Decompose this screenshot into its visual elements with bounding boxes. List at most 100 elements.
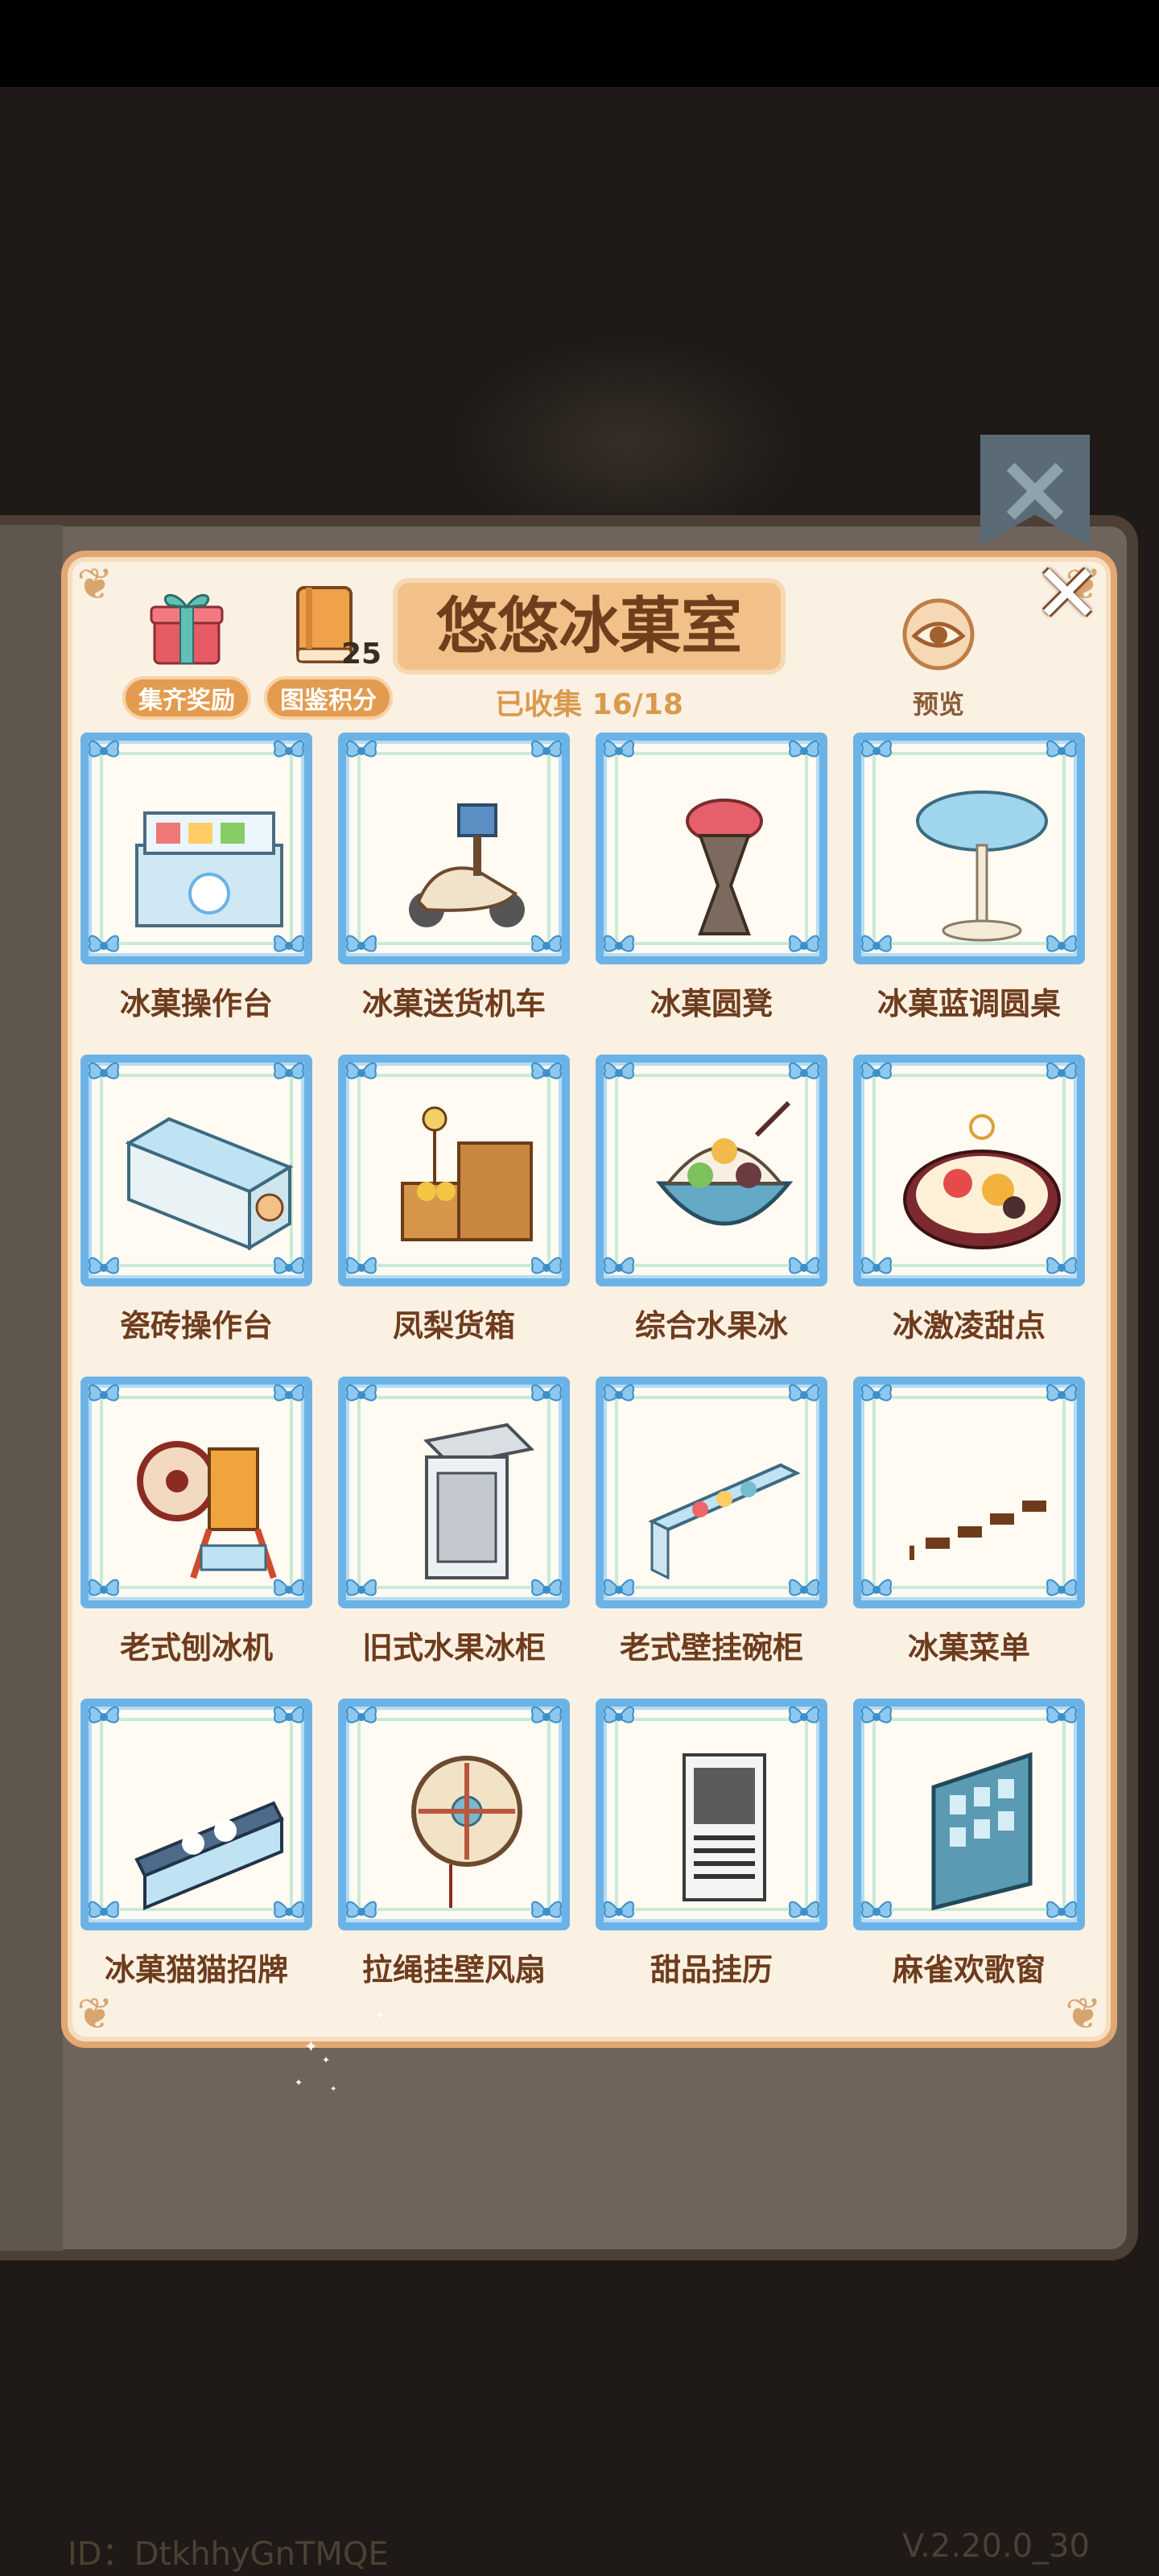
tile-counter-icon: [121, 1095, 298, 1272]
collect-reward-button[interactable]: 集齐奖励: [122, 676, 251, 720]
ribbon-bow-icon: [858, 1699, 895, 1736]
item-label: 凤梨货箱: [392, 1308, 515, 1344]
item-frame: [80, 1377, 312, 1608]
dessert-calendar-icon: [636, 1739, 813, 1916]
preview-label[interactable]: 预览: [890, 684, 987, 721]
ribbon-bow-icon: [85, 1893, 122, 1930]
item-frame: [853, 733, 1085, 964]
item-frame: [596, 1699, 827, 1930]
top-status-bar: [0, 0, 1159, 87]
collection-item-card[interactable]: 拉绳挂壁风扇: [333, 1699, 575, 2004]
fruit-fridge-icon: [378, 1417, 555, 1594]
collection-item-card[interactable]: 综合水果冰: [591, 1055, 832, 1360]
ribbon-bow-icon: [600, 733, 637, 770]
version-label: V.2.20.0_30: [901, 2528, 1090, 2565]
round-stool-icon: [636, 773, 813, 950]
ribbon-bow-icon: [343, 1893, 380, 1930]
collection-item-card[interactable]: 麻雀欢歌窗: [848, 1699, 1090, 2004]
cat-signboard-icon: [121, 1739, 298, 1916]
ribbon-bow-icon: [786, 1699, 823, 1736]
ribbon-bow-icon: [343, 733, 380, 770]
gift-icon[interactable]: [150, 584, 224, 667]
collection-score-button[interactable]: 图鉴积分: [264, 676, 393, 720]
item-label: 冰菓操作台: [119, 986, 273, 1022]
collection-item-card[interactable]: 老式刨冰机: [76, 1377, 317, 1682]
item-frame: [80, 1699, 312, 1930]
ribbon-bow-icon: [270, 1377, 307, 1414]
ribbon-bow-icon: [85, 733, 122, 770]
ribbon-bow-icon: [858, 733, 895, 770]
sparrow-window-icon: [893, 1739, 1070, 1916]
item-label: 瓷砖操作台: [119, 1308, 273, 1344]
item-frame: [338, 1377, 570, 1608]
item-frame: [853, 1699, 1085, 1930]
ribbon-bow-icon: [270, 1055, 307, 1092]
ribbon-bow-icon: [600, 927, 637, 964]
collection-item-card[interactable]: 冰激凌甜点: [848, 1055, 1090, 1360]
collection-item-card[interactable]: 旧式水果冰柜: [333, 1377, 575, 1682]
item-label: 拉绳挂壁风扇: [361, 1952, 546, 1988]
collection-item-card[interactable]: 冰菓送货机车: [333, 733, 575, 1038]
item-label: 冰菓菜单: [907, 1630, 1030, 1666]
ribbon-bow-icon: [786, 1055, 823, 1092]
collection-item-card[interactable]: 凤梨货箱: [333, 1055, 575, 1360]
close-button[interactable]: ✕: [1030, 554, 1104, 634]
ribbon-bow-icon: [343, 1571, 380, 1608]
ribbon-bow-icon: [528, 1055, 565, 1092]
collection-item-card[interactable]: 冰菓蓝调圆桌: [848, 733, 1090, 1038]
collection-item-card[interactable]: 甜品挂历: [591, 1699, 832, 2004]
item-label: 老式壁挂碗柜: [619, 1630, 803, 1666]
item-frame: [853, 1377, 1085, 1608]
fruit-shaved-ice-icon: [636, 1095, 813, 1272]
item-label: 甜品挂历: [650, 1952, 773, 1988]
pineapple-crate-icon: [378, 1095, 555, 1272]
sparkle-decoration: ✦: [375, 2009, 385, 2022]
item-frame: [80, 1055, 312, 1286]
item-label: 冰菓猫猫招牌: [104, 1952, 288, 1988]
item-label: 冰激凌甜点: [892, 1308, 1046, 1344]
sparkle-decoration: ✦: [322, 2054, 331, 2066]
sparkle-decoration: ✦: [295, 2077, 303, 2088]
corner-ornament-icon: ❦: [76, 559, 113, 609]
ribbon-bow-icon: [85, 1571, 122, 1608]
ribbon-bow-icon: [858, 1893, 895, 1930]
page-title: 悠悠冰菓室: [393, 578, 786, 675]
ribbon-bow-icon: [600, 1249, 637, 1286]
ribbon-bow-icon: [528, 1699, 565, 1736]
ribbon-bow-icon: [1043, 1699, 1080, 1736]
eye-icon[interactable]: [901, 597, 975, 671]
item-label: 综合水果冰: [634, 1308, 788, 1344]
ribbon-bow-icon: [85, 1699, 122, 1736]
collection-item-card[interactable]: 老式壁挂碗柜: [591, 1377, 832, 1682]
ribbon-bow-icon: [343, 927, 380, 964]
item-frame: [338, 1055, 570, 1286]
collection-item-card[interactable]: 瓷砖操作台: [76, 1055, 317, 1360]
ribbon-bow-icon: [528, 733, 565, 770]
menu-strip-icon: [893, 1417, 1070, 1594]
ribbon-bow-icon: [343, 1249, 380, 1286]
blue-round-table-icon: [893, 773, 1070, 950]
shaved-ice-machine-icon: [121, 1417, 298, 1594]
item-frame: [596, 1055, 827, 1286]
ribbon-bow-icon: [343, 1699, 380, 1736]
collection-item-card[interactable]: 冰菓操作台: [76, 733, 317, 1038]
ribbon-bow-icon: [270, 1699, 307, 1736]
ribbon-bow-icon: [1043, 733, 1080, 770]
ribbon-bow-icon: [786, 733, 823, 770]
item-label: 老式刨冰机: [119, 1630, 273, 1666]
ribbon-bow-icon: [600, 1571, 637, 1608]
item-frame: [596, 1377, 827, 1608]
ribbon-bow-icon: [600, 1377, 637, 1414]
ribbon-bow-icon: [786, 1377, 823, 1414]
player-id: ID：DtkhhyGnTMQE: [68, 2536, 389, 2573]
ribbon-bow-icon: [85, 927, 122, 964]
item-frame: [338, 1699, 570, 1930]
ribbon-bow-icon: [528, 1377, 565, 1414]
collection-item-card[interactable]: 冰菓圆凳: [591, 733, 832, 1038]
delivery-scooter-icon: [378, 773, 555, 950]
sparkle-decoration: ✦: [330, 2085, 337, 2094]
collection-item-card[interactable]: 冰菓菜单: [848, 1377, 1090, 1682]
collection-item-card[interactable]: 冰菓猫猫招牌: [76, 1699, 317, 2004]
ribbon-bow-icon: [858, 1055, 895, 1092]
ribbon-bow-icon: [600, 1893, 637, 1930]
